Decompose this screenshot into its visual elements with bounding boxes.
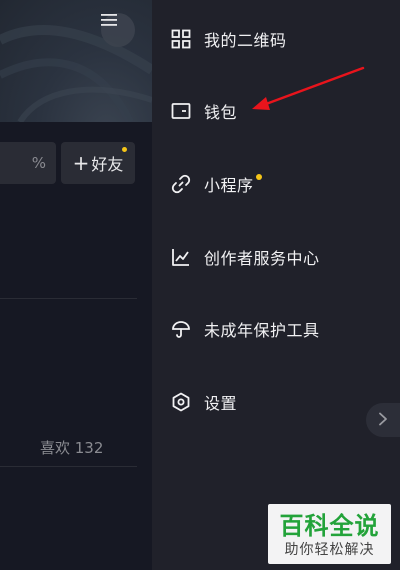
notification-dot xyxy=(122,147,127,152)
drawer-item-mini-program[interactable]: 小程序 xyxy=(152,161,400,207)
drawer-item-label: 设置 xyxy=(204,394,238,413)
watermark-subtitle: 助你轻松解决 xyxy=(284,542,375,558)
watermark-title: 百科全说 xyxy=(279,512,380,540)
chart-icon xyxy=(170,246,192,268)
wallet-icon xyxy=(170,100,192,122)
drawer-item-label: 小程序 xyxy=(204,176,254,195)
profile-banner xyxy=(0,0,152,122)
qr-code-icon xyxy=(170,28,192,50)
menu-button[interactable] xyxy=(101,13,135,47)
divider xyxy=(0,298,137,299)
watermark-logo: 百科全说 助你轻松解决 xyxy=(268,504,391,564)
drawer-item-wallet[interactable]: 钱包 xyxy=(152,88,400,134)
divider xyxy=(0,466,137,467)
drawer-item-minor-protection[interactable]: 未成年保护工具 xyxy=(152,306,400,352)
profile-completion-text: % xyxy=(31,154,46,172)
drawer-item-settings[interactable]: 设置 xyxy=(152,379,400,425)
drawer-item-qrcode[interactable]: 我的二维码 xyxy=(152,16,400,62)
drawer-item-creator-center[interactable]: 创作者服务中心 xyxy=(152,234,400,280)
new-badge-dot xyxy=(255,174,262,180)
link-icon xyxy=(170,173,192,195)
add-friend-button[interactable]: + 好友 xyxy=(61,142,135,184)
chevron-right-icon xyxy=(378,411,388,430)
drawer-item-label: 钱包 xyxy=(204,103,238,122)
plus-icon: + xyxy=(72,151,90,175)
hexagon-settings-icon xyxy=(170,391,192,413)
drawer-item-label: 我的二维码 xyxy=(204,31,287,50)
add-friend-label: 好友 xyxy=(91,155,124,174)
profile-background: % + 好友 喜欢 132 xyxy=(0,0,152,570)
umbrella-icon xyxy=(170,318,192,340)
collapse-drawer-button[interactable] xyxy=(366,403,400,437)
profile-completion-box[interactable]: % xyxy=(0,142,56,184)
drawer-item-label: 未成年保护工具 xyxy=(204,321,320,340)
likes-tab[interactable]: 喜欢 132 xyxy=(40,437,103,458)
drawer-item-label: 创作者服务中心 xyxy=(204,249,320,268)
side-drawer: 我的二维码 钱包 小程序 创作者服务中心 未成年保护工具 设置 xyxy=(152,0,400,570)
